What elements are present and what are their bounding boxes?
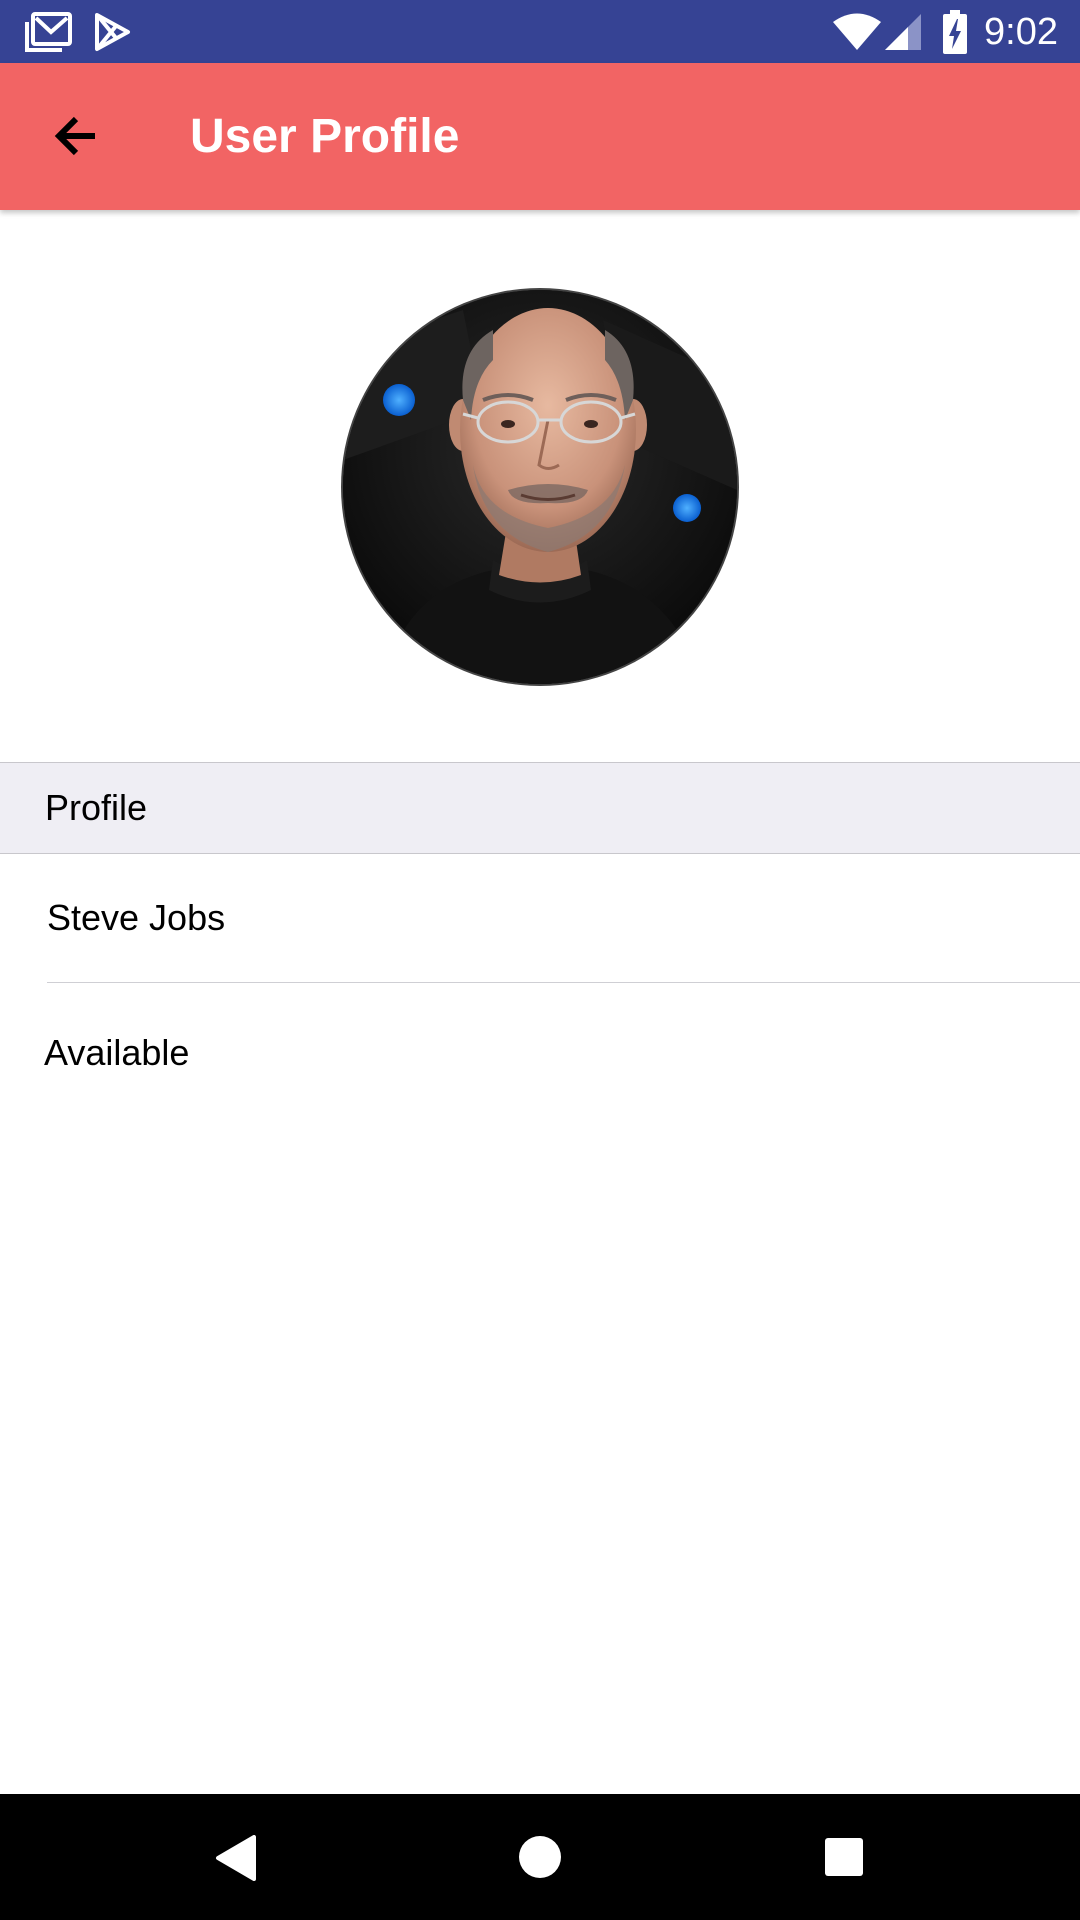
profile-status: Available <box>44 1032 190 1073</box>
status-bar: 9:02 <box>0 0 1080 63</box>
arrow-back-icon <box>45 106 105 166</box>
nav-back-button[interactable] <box>196 1817 276 1897</box>
section-header-profile: Profile <box>0 762 1080 854</box>
app-bar: User Profile <box>0 63 1080 210</box>
battery-charging-icon <box>942 10 968 54</box>
profile-status-row[interactable]: Available <box>0 985 1080 1115</box>
wifi-icon <box>832 13 882 51</box>
nav-home-button[interactable] <box>500 1817 580 1897</box>
signal-icon <box>884 13 922 51</box>
status-time: 9:02 <box>984 11 1058 53</box>
page-title: User Profile <box>190 110 460 163</box>
profile-name: Steve Jobs <box>47 897 226 938</box>
navigation-bar <box>0 1794 1080 1920</box>
avatar <box>343 290 737 684</box>
back-button[interactable] <box>30 91 120 181</box>
row-divider <box>47 982 1080 983</box>
back-triangle-icon <box>214 1835 258 1881</box>
nav-recents-button[interactable] <box>804 1817 884 1897</box>
home-circle-icon <box>518 1835 562 1879</box>
play-store-icon <box>92 12 132 52</box>
recents-square-icon <box>824 1837 864 1877</box>
section-header-label: Profile <box>45 787 148 828</box>
profile-name-row[interactable]: Steve Jobs <box>0 855 1080 983</box>
gmail-icon <box>24 12 72 52</box>
